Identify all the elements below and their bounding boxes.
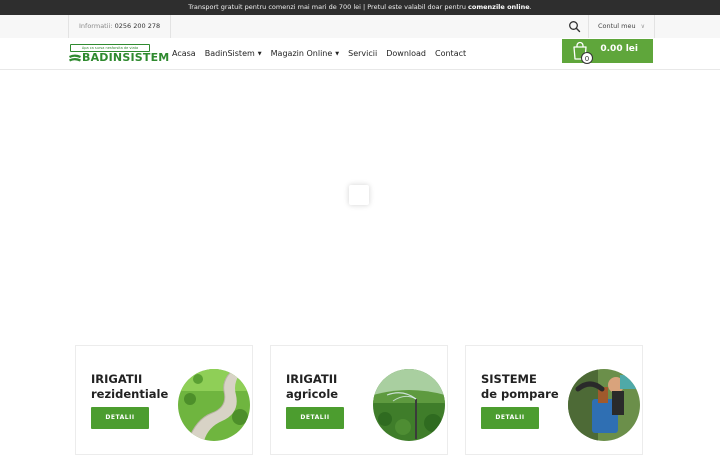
phone-number[interactable]: 0256 200 278	[115, 22, 161, 30]
category-card-agricultural[interactable]: IRIGATII agricole DETALII	[270, 345, 448, 455]
main-menu: Acasa BadinSistem ▼ Magazin Online ▼ Servi…	[172, 38, 475, 69]
details-button[interactable]: DETALII	[91, 407, 149, 429]
info-bar: Informatii: 0256 200 278 Contul meu ∨	[0, 15, 720, 39]
category-card-residential[interactable]: IRIGATII rezidentiale DETALII	[75, 345, 253, 455]
account-menu[interactable]: Contul meu ∨	[588, 15, 656, 38]
details-button[interactable]: DETALII	[286, 407, 344, 429]
logo-wave-icon	[69, 54, 81, 62]
announcement-tail: .	[529, 3, 532, 11]
info-label: Informatii:	[79, 22, 113, 30]
announcement-bar: Transport gratuit pentru comenzi mai mar…	[0, 0, 720, 15]
announcement-emphasis: comenzile online	[468, 3, 530, 11]
nav-item-acasa[interactable]: Acasa	[172, 49, 196, 58]
nav-item-download[interactable]: Download	[386, 49, 426, 58]
caret-down-icon: ▼	[257, 50, 262, 57]
cart-count-badge: 0	[581, 52, 593, 64]
card-title: SISTEME de pompare	[481, 372, 559, 401]
chevron-down-icon: ∨	[640, 23, 646, 30]
loading-spinner	[349, 185, 369, 205]
agricultural-irrigation-image	[373, 369, 445, 441]
nav-item-contact[interactable]: Contact	[435, 49, 466, 58]
contact-info: Informatii: 0256 200 278	[68, 15, 172, 38]
card-title: IRIGATII rezidentiale	[91, 372, 169, 401]
card-title: IRIGATII agricole	[286, 372, 339, 401]
announcement-text: Transport gratuit pentru comenzi mai mar…	[188, 3, 466, 11]
account-label: Contul meu	[598, 22, 636, 30]
details-button[interactable]: DETALII	[481, 407, 539, 429]
search-icon[interactable]	[568, 20, 581, 33]
site-logo[interactable]: Apa ca sursa nesfarsita de viata BADINSI…	[68, 44, 169, 64]
pumping-system-image	[568, 369, 640, 441]
category-card-pumping[interactable]: SISTEME de pompare DETALII	[465, 345, 643, 455]
nav-item-badinsistem[interactable]: BadinSistem ▼	[205, 49, 262, 58]
residential-irrigation-image	[178, 369, 250, 441]
nav-item-servicii[interactable]: Servicii	[348, 49, 377, 58]
caret-down-icon: ▼	[335, 50, 340, 57]
cart-button[interactable]: 0 0.00 lei	[562, 39, 653, 64]
cart-total: 0.00 lei	[600, 44, 638, 54]
nav-item-magazin-online[interactable]: Magazin Online ▼	[271, 49, 339, 58]
logo-wordmark: BADINSISTEM	[82, 51, 170, 64]
